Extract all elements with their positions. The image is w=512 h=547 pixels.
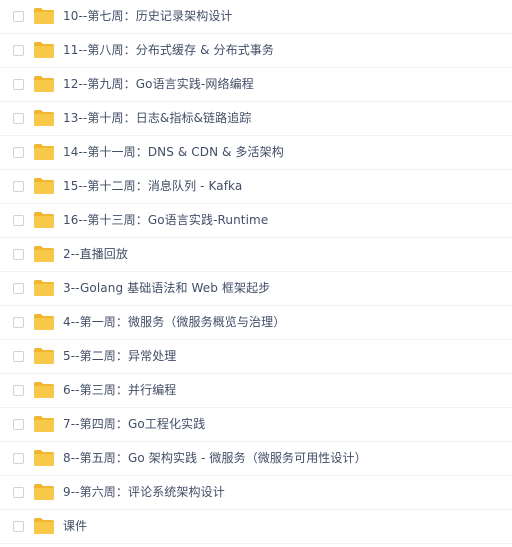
- folder-name[interactable]: 课件: [63, 510, 87, 543]
- list-item[interactable]: 9--第六周：评论系统架构设计: [0, 476, 512, 510]
- row-checkbox[interactable]: [13, 215, 24, 226]
- row-checkbox[interactable]: [13, 453, 24, 464]
- folder-name[interactable]: 3--Golang 基础语法和 Web 框架起步: [63, 272, 270, 305]
- folder-icon: [34, 280, 54, 296]
- folder-name[interactable]: 9--第六周：评论系统架构设计: [63, 476, 225, 509]
- folder-icon: [34, 110, 54, 126]
- list-item[interactable]: 15--第十二周：消息队列 - Kafka: [0, 170, 512, 204]
- row-checkbox[interactable]: [13, 521, 24, 532]
- folder-name[interactable]: 8--第五周：Go 架构实践 - 微服务（微服务可用性设计）: [63, 442, 367, 475]
- list-item[interactable]: 8--第五周：Go 架构实践 - 微服务（微服务可用性设计）: [0, 442, 512, 476]
- folder-icon: [34, 348, 54, 364]
- folder-name[interactable]: 6--第三周：并行编程: [63, 374, 176, 407]
- list-item[interactable]: 16--第十三周：Go语言实践-Runtime: [0, 204, 512, 238]
- list-item[interactable]: 7--第四周：Go工程化实践: [0, 408, 512, 442]
- folder-icon: [34, 212, 54, 228]
- row-checkbox[interactable]: [13, 283, 24, 294]
- folder-icon: [34, 76, 54, 92]
- list-item[interactable]: 10--第七周：历史记录架构设计: [0, 0, 512, 34]
- folder-icon: [34, 42, 54, 58]
- folder-name[interactable]: 12--第九周：Go语言实践-网络编程: [63, 68, 254, 101]
- list-item[interactable]: 12--第九周：Go语言实践-网络编程: [0, 68, 512, 102]
- list-item[interactable]: 5--第二周：异常处理: [0, 340, 512, 374]
- folder-name[interactable]: 2--直播回放: [63, 238, 128, 271]
- list-item[interactable]: 课件: [0, 510, 512, 544]
- row-checkbox[interactable]: [13, 79, 24, 90]
- folder-name[interactable]: 15--第十二周：消息队列 - Kafka: [63, 170, 242, 203]
- folder-name[interactable]: 7--第四周：Go工程化实践: [63, 408, 205, 441]
- folder-name[interactable]: 4--第一周：微服务（微服务概览与治理）: [63, 306, 285, 339]
- row-checkbox[interactable]: [13, 317, 24, 328]
- list-item[interactable]: 11--第八周：分布式缓存 & 分布式事务: [0, 34, 512, 68]
- row-checkbox[interactable]: [13, 487, 24, 498]
- row-checkbox[interactable]: [13, 147, 24, 158]
- list-item[interactable]: 13--第十周：日志&指标&链路追踪: [0, 102, 512, 136]
- folder-name[interactable]: 13--第十周：日志&指标&链路追踪: [63, 102, 251, 135]
- folder-icon: [34, 144, 54, 160]
- folder-icon: [34, 178, 54, 194]
- folder-icon: [34, 382, 54, 398]
- row-checkbox[interactable]: [13, 419, 24, 430]
- list-item[interactable]: 6--第三周：并行编程: [0, 374, 512, 408]
- file-list: 10--第七周：历史记录架构设计 11--第八周：分布式缓存 & 分布式事务 1…: [0, 0, 512, 547]
- folder-icon: [34, 416, 54, 432]
- list-item[interactable]: 4--第一周：微服务（微服务概览与治理）: [0, 306, 512, 340]
- row-checkbox[interactable]: [13, 385, 24, 396]
- row-checkbox[interactable]: [13, 351, 24, 362]
- list-item[interactable]: 14--第十一周：DNS & CDN & 多活架构: [0, 136, 512, 170]
- row-checkbox[interactable]: [13, 11, 24, 22]
- folder-icon: [34, 518, 54, 534]
- folder-icon: [34, 314, 54, 330]
- folder-name[interactable]: 16--第十三周：Go语言实践-Runtime: [63, 204, 268, 237]
- folder-name[interactable]: 5--第二周：异常处理: [63, 340, 176, 373]
- list-item[interactable]: 2--直播回放: [0, 238, 512, 272]
- row-checkbox[interactable]: [13, 181, 24, 192]
- folder-name[interactable]: 11--第八周：分布式缓存 & 分布式事务: [63, 34, 274, 67]
- list-item[interactable]: 3--Golang 基础语法和 Web 框架起步: [0, 272, 512, 306]
- folder-icon: [34, 450, 54, 466]
- folder-icon: [34, 246, 54, 262]
- row-checkbox[interactable]: [13, 249, 24, 260]
- row-checkbox[interactable]: [13, 113, 24, 124]
- folder-name[interactable]: 10--第七周：历史记录架构设计: [63, 0, 233, 33]
- folder-name[interactable]: 14--第十一周：DNS & CDN & 多活架构: [63, 136, 284, 169]
- row-checkbox[interactable]: [13, 45, 24, 56]
- folder-icon: [34, 484, 54, 500]
- folder-icon: [34, 8, 54, 24]
